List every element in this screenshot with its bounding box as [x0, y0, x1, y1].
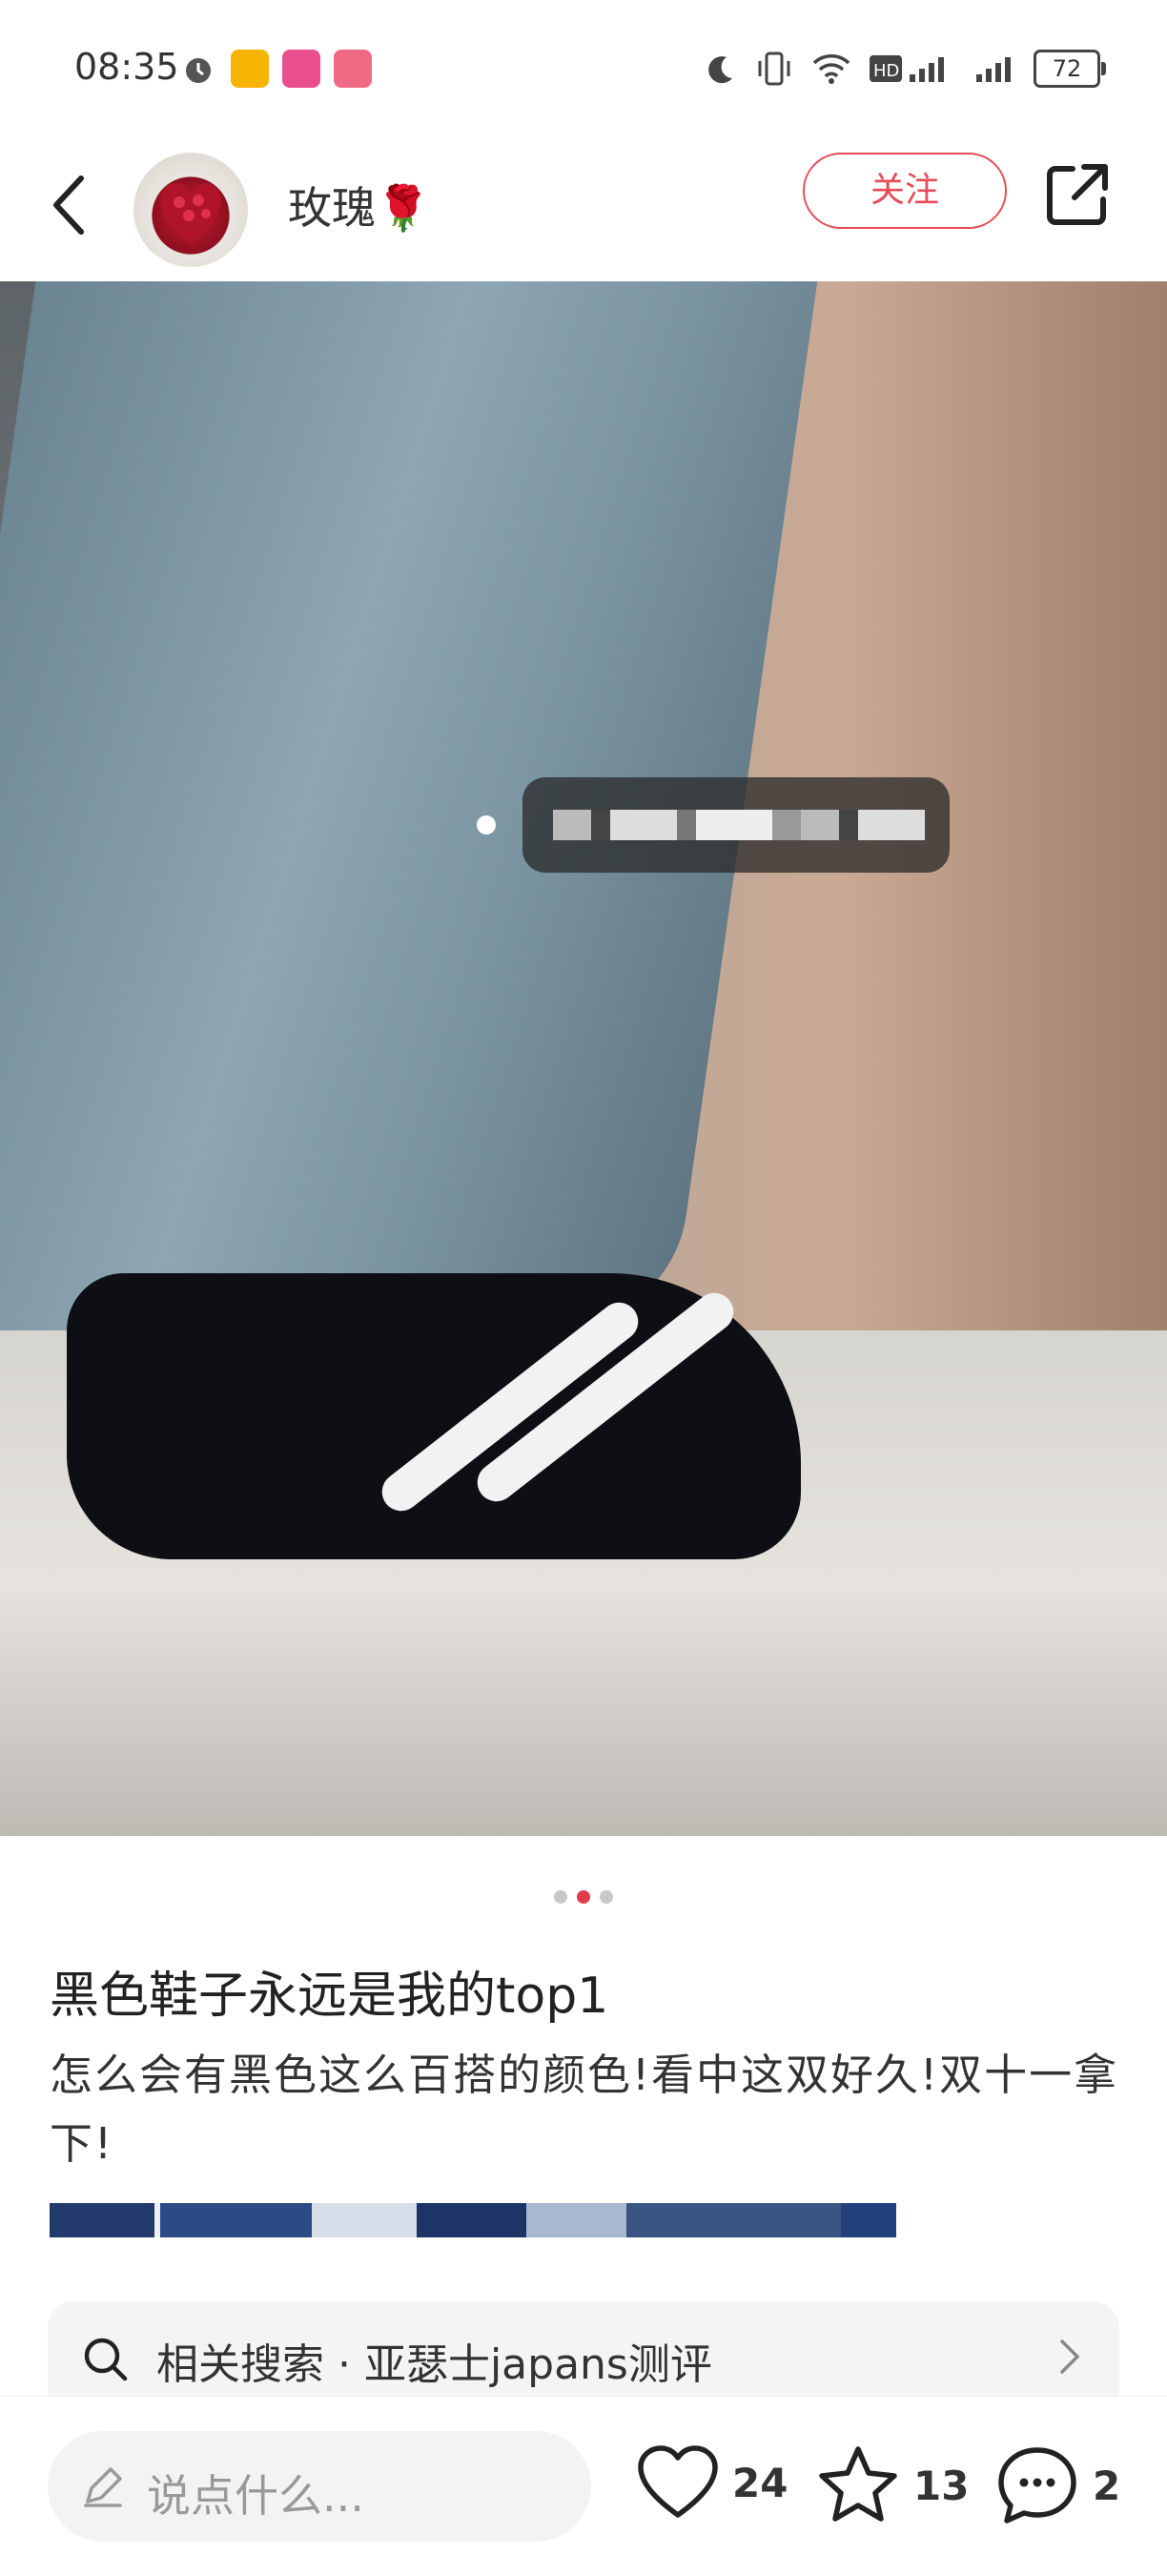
status-bar: 08:35 HD 72 — [0, 0, 1167, 134]
status-app-icons — [179, 50, 372, 88]
status-indicators: HD 72 — [704, 50, 1106, 88]
comment-input[interactable]: 说点什么... — [48, 2431, 591, 2542]
product-tag-blurred-text — [553, 810, 925, 840]
carousel-indicator — [0, 1890, 1167, 1904]
status-time: 08:35 — [74, 46, 179, 88]
cell-signal-icon — [976, 57, 1011, 82]
hd-signal-icon: HD — [870, 55, 944, 82]
product-tag-dot[interactable] — [477, 815, 496, 835]
carousel-dot — [554, 1890, 567, 1904]
product-tag-bubble[interactable] — [522, 777, 950, 873]
battery-indicator: 72 — [1034, 50, 1106, 88]
rose-heart-image — [160, 183, 221, 244]
username[interactable]: 玫瑰🌹 — [288, 174, 430, 237]
weibo-app-icon — [231, 50, 269, 88]
share-button[interactable] — [1039, 156, 1116, 233]
comment-bubble-icon — [998, 2447, 1076, 2524]
photo-black-shoe — [67, 1273, 801, 1559]
moon-icon — [708, 56, 732, 84]
star-icon — [819, 2446, 897, 2522]
shopping-app-icon — [334, 50, 372, 88]
comment-count: 2 — [1093, 2462, 1121, 2509]
bottom-action-bar: 说点什么... 24 13 2 — [0, 2396, 1167, 2576]
like-button[interactable]: 24 — [637, 2444, 788, 2521]
lala-app-icon — [282, 50, 320, 88]
post-photo[interactable] — [0, 281, 1167, 1836]
comment-button[interactable]: 2 — [995, 2444, 1120, 2526]
share-icon — [1047, 164, 1108, 225]
post-header: 玫瑰🌹 关注 — [0, 134, 1167, 281]
svg-text:HD: HD — [873, 61, 899, 81]
search-icon — [84, 2338, 128, 2381]
comment-placeholder: 说点什么... — [147, 2470, 364, 2522]
post-title: 黑色鞋子永远是我的top1 — [50, 1968, 609, 2025]
follow-button[interactable]: 关注 — [803, 153, 1007, 229]
carousel-dot — [600, 1890, 613, 1904]
blurred-hashtags — [50, 2203, 896, 2237]
pencil-icon — [84, 2467, 122, 2507]
alarm-icon — [186, 58, 211, 83]
favorite-count: 13 — [913, 2462, 970, 2509]
heart-icon — [638, 2445, 718, 2518]
favorite-button[interactable]: 13 — [816, 2444, 969, 2526]
back-button[interactable] — [36, 162, 103, 248]
carousel-dot-active — [577, 1890, 590, 1904]
post-description: 怎么会有黑色这么百搭的颜色!看中这双好久!双十一拿下! — [50, 2050, 1119, 2169]
chevron-right-icon — [1060, 2339, 1080, 2374]
chevron-left-icon — [53, 175, 84, 235]
like-count: 24 — [732, 2459, 788, 2506]
wifi-icon — [812, 54, 850, 84]
related-search-label: 相关搜索 · 亚瑟士japans测评 — [156, 2340, 712, 2389]
avatar[interactable] — [133, 153, 248, 267]
vibrate-icon — [758, 52, 790, 86]
